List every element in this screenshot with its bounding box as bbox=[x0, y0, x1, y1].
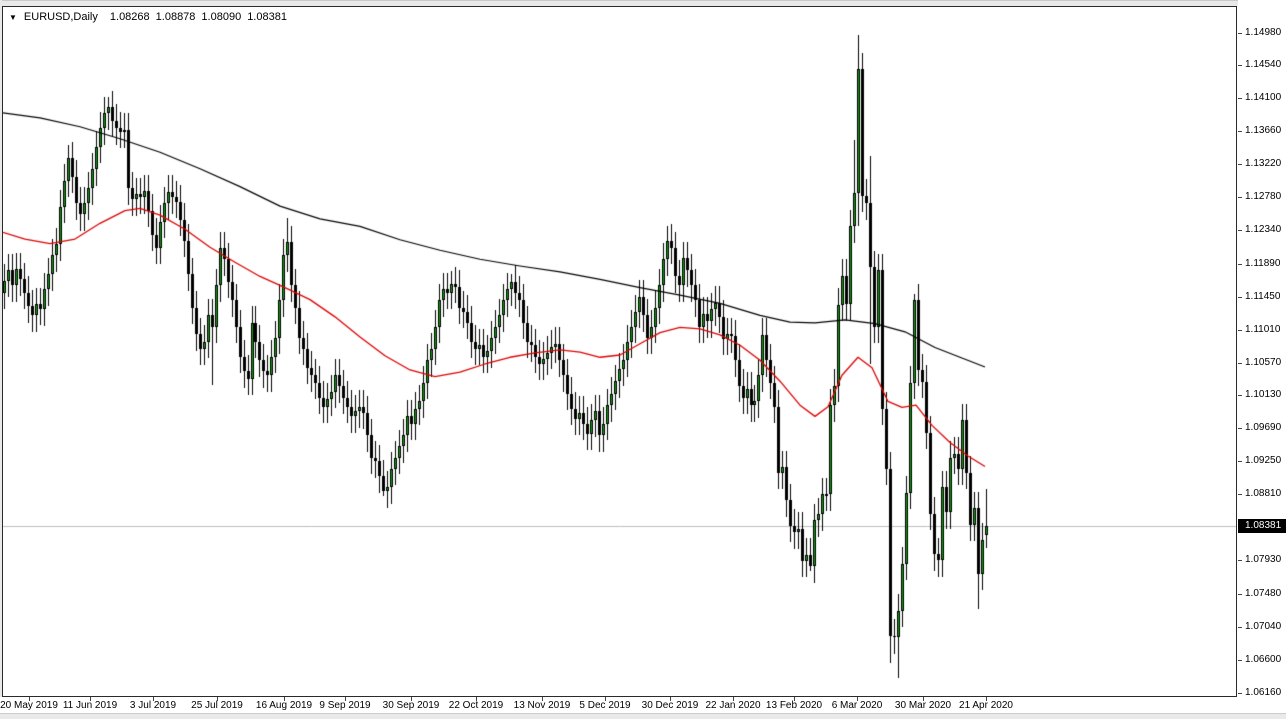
price-axis-tick bbox=[1238, 197, 1242, 198]
price-axis-label: 1.10130 bbox=[1245, 389, 1282, 400]
price-axis-label: 1.11890 bbox=[1245, 258, 1281, 269]
price-axis-label: 1.14540 bbox=[1245, 59, 1282, 70]
time-axis-label: 5 Dec 2019 bbox=[579, 700, 631, 711]
price-axis-tick bbox=[1238, 395, 1242, 396]
time-axis-label: 9 Sep 2019 bbox=[319, 700, 371, 711]
price-axis[interactable]: 1.08381 1.14980 1.14540 1.14100 1.13660 1.13… bbox=[1238, 0, 1286, 713]
price-axis-label: 1.08810 bbox=[1245, 488, 1282, 499]
time-axis[interactable]: 20 May 2019 11 Jun 2019 3 Jul 2019 25 Jul 2… bbox=[0, 697, 1286, 713]
time-axis-label: 30 Sep 2019 bbox=[382, 700, 440, 711]
price-axis-tick bbox=[1238, 330, 1242, 331]
price-axis-tick bbox=[1238, 33, 1242, 34]
time-axis-label: 30 Dec 2019 bbox=[641, 700, 699, 711]
price-axis-label: 1.10570 bbox=[1245, 357, 1282, 368]
time-axis-label: 13 Nov 2019 bbox=[513, 700, 571, 711]
time-axis-label: 30 Mar 2020 bbox=[894, 700, 952, 711]
price-axis-tick bbox=[1238, 660, 1242, 661]
price-axis-label: 1.13220 bbox=[1245, 158, 1282, 169]
ohlc-high: 1.08878 bbox=[155, 11, 196, 23]
price-axis-tick bbox=[1238, 560, 1242, 561]
price-axis-tick bbox=[1238, 98, 1242, 99]
price-axis-tick bbox=[1238, 428, 1242, 429]
time-axis-label: 22 Oct 2019 bbox=[448, 700, 504, 711]
price-axis-label: 1.14100 bbox=[1245, 92, 1282, 103]
ohlc-close: 1.08381 bbox=[247, 11, 287, 23]
price-axis-label: 1.14980 bbox=[1245, 27, 1282, 38]
price-axis-tick bbox=[1238, 131, 1242, 132]
price-axis-label: 1.09250 bbox=[1245, 455, 1282, 466]
price-axis-label: 1.07930 bbox=[1245, 554, 1282, 565]
price-axis-label: 1.07480 bbox=[1245, 588, 1282, 599]
price-axis-tick bbox=[1238, 494, 1242, 495]
price-axis-tick bbox=[1238, 164, 1242, 165]
price-axis-tick bbox=[1238, 65, 1242, 66]
time-axis-label: 21 Apr 2020 bbox=[959, 700, 1013, 711]
price-axis-tick bbox=[1238, 693, 1242, 694]
chart-title-bar: ▼ EURUSD,Daily 1.08268 1.08878 1.08090 1.0838… bbox=[9, 9, 287, 25]
time-axis-label: 3 Jul 2019 bbox=[129, 700, 177, 711]
time-axis-label: 16 Aug 2019 bbox=[255, 700, 313, 711]
time-axis-label: 22 Jan 2020 bbox=[705, 700, 761, 711]
chart-plot-area[interactable]: ▼ EURUSD,Daily 1.08268 1.08878 1.08090 1.0838… bbox=[2, 6, 1237, 697]
ohlc-low: 1.08090 bbox=[201, 11, 242, 23]
price-axis-tick bbox=[1238, 461, 1242, 462]
time-axis-label: 11 Jun 2019 bbox=[62, 700, 118, 711]
time-axis-label: 25 Jul 2019 bbox=[191, 700, 243, 711]
time-axis-label: 13 Feb 2020 bbox=[765, 700, 823, 711]
price-axis-label: 1.13660 bbox=[1245, 125, 1282, 136]
chart-window: ▼ EURUSD,Daily 1.08268 1.08878 1.08090 1.0838… bbox=[0, 0, 1286, 719]
price-axis-tick bbox=[1238, 264, 1242, 265]
price-axis-label: 1.07040 bbox=[1245, 621, 1282, 632]
price-axis-tick bbox=[1238, 297, 1242, 298]
price-axis-label: 1.12340 bbox=[1245, 224, 1282, 235]
window-bottom-strip bbox=[0, 713, 1286, 719]
price-axis-label: 1.12780 bbox=[1245, 191, 1282, 202]
current-price-badge: 1.08381 bbox=[1238, 519, 1286, 533]
symbol-timeframe-label: EURUSD,Daily bbox=[23, 11, 98, 23]
price-axis-label: 1.11450 bbox=[1245, 291, 1281, 302]
ohlc-open: 1.08268 bbox=[109, 11, 150, 23]
price-axis-tick bbox=[1238, 230, 1242, 231]
price-axis-label: 1.11010 bbox=[1245, 324, 1281, 335]
price-axis-tick bbox=[1238, 627, 1242, 628]
candlestick-chart-canvas[interactable] bbox=[3, 7, 1236, 696]
time-axis-label: 20 May 2019 bbox=[0, 700, 58, 711]
price-axis-label: 1.06600 bbox=[1245, 654, 1282, 665]
price-axis-label: 1.09690 bbox=[1245, 422, 1282, 433]
time-axis-label: 6 Mar 2020 bbox=[831, 700, 883, 711]
price-axis-tick bbox=[1238, 594, 1242, 595]
chart-dropdown-arrow-icon[interactable]: ▼ bbox=[9, 13, 17, 22]
price-axis-tick bbox=[1238, 363, 1242, 364]
